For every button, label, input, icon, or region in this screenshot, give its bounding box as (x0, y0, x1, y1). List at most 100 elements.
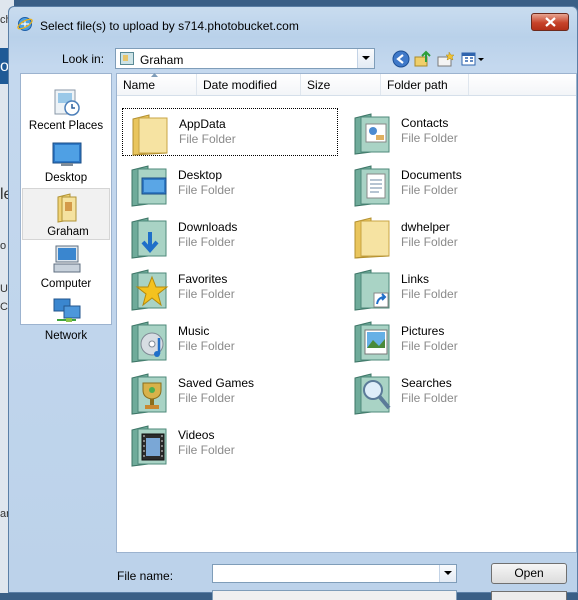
file-item-music[interactable]: Music File Folder (122, 316, 338, 364)
look-in-dropdown-arrow[interactable] (357, 49, 374, 68)
file-item-contacts[interactable]: Contacts File Folder (345, 108, 561, 156)
file-type: File Folder (178, 183, 235, 197)
file-item-saved-games[interactable]: Saved Games File Folder (122, 368, 338, 416)
places-item-label: Computer (40, 278, 92, 290)
desktop-folder-icon (131, 165, 167, 207)
file-type: File Folder (401, 339, 458, 353)
column-label: Name (123, 78, 156, 92)
file-item-desktop[interactable]: Desktop File Folder (122, 160, 338, 208)
close-button[interactable] (531, 13, 569, 31)
links-folder-icon (354, 269, 390, 311)
places-recent-places[interactable]: Recent Places (21, 84, 111, 134)
saved-games-folder-icon (131, 373, 167, 415)
file-type: File Folder (401, 287, 458, 301)
file-type: File Folder (178, 443, 235, 457)
file-name-input[interactable] (212, 564, 457, 583)
file-name: Documents (401, 168, 462, 182)
file-list-view[interactable]: Name Date modified Size Folder path AppD… (116, 73, 577, 553)
column-label: Folder path (387, 78, 448, 92)
file-type: File Folder (178, 287, 235, 301)
file-name: Favorites (178, 272, 228, 286)
file-type: File Folder (178, 235, 235, 249)
file-name: Music (178, 324, 210, 338)
file-type: File Folder (401, 183, 458, 197)
internet-explorer-icon (17, 17, 33, 31)
places-network[interactable]: Network (21, 294, 111, 344)
file-upload-dialog: Select file(s) to upload by s714.photobu… (8, 6, 578, 600)
dialog-title: Select file(s) to upload by s714.photobu… (40, 19, 299, 33)
file-name-dropdown-arrow[interactable] (439, 565, 456, 582)
column-header-name[interactable]: Name (117, 73, 197, 95)
file-item-searches[interactable]: Searches File Folder (345, 368, 561, 416)
file-type: File Folder (401, 131, 458, 145)
plain-folder-icon (132, 114, 168, 156)
cancel-button[interactable] (491, 591, 567, 600)
column-header-row: Name Date modified Size Folder path (117, 73, 576, 96)
chevron-down-icon (362, 56, 370, 60)
documents-folder-icon (354, 165, 390, 207)
file-type: File Folder (401, 235, 458, 249)
look-in-dropdown[interactable]: Graham (115, 48, 375, 69)
back-icon[interactable] (392, 50, 410, 68)
searches-folder-icon (354, 373, 391, 415)
file-type: File Folder (179, 132, 236, 146)
file-name: AppData (179, 117, 226, 131)
file-item-links[interactable]: Links File Folder (345, 264, 561, 312)
user-folder-icon (57, 193, 77, 223)
plain-folder-icon (354, 217, 390, 259)
file-item-videos[interactable]: Videos File Folder (122, 420, 338, 468)
file-item-documents[interactable]: Documents File Folder (345, 160, 561, 208)
file-item-pictures[interactable]: Pictures File Folder (345, 316, 561, 364)
file-name-label: File name: (117, 569, 174, 583)
file-name: Saved Games (178, 376, 255, 390)
column-header-date-modified[interactable]: Date modified (197, 74, 301, 95)
look-in-toolbar: Look in: Graham (9, 47, 577, 73)
dialog-titlebar[interactable]: Select file(s) to upload by s714.photobu… (9, 7, 577, 37)
new-folder-icon[interactable] (437, 50, 455, 68)
recent-places-icon (54, 89, 80, 116)
file-name: Links (401, 272, 430, 286)
chevron-down-icon (444, 571, 452, 575)
close-icon (545, 17, 556, 27)
contacts-folder-icon (354, 113, 390, 155)
file-name: Downloads (178, 220, 238, 234)
favorites-folder-icon (131, 269, 169, 311)
look-in-value: Graham (140, 53, 184, 67)
downloads-folder-icon (131, 217, 167, 259)
file-name: Desktop (178, 168, 223, 182)
file-item-downloads[interactable]: Downloads File Folder (122, 212, 338, 260)
file-type: File Folder (178, 339, 235, 353)
places-item-label: Recent Places (28, 120, 104, 132)
places-item-label: Graham (47, 226, 89, 238)
sort-ascending-icon (151, 73, 158, 77)
network-icon (53, 298, 81, 322)
column-header-folder-path[interactable]: Folder path (381, 74, 469, 95)
places-item-label: Desktop (44, 172, 88, 184)
desktop-icon (52, 142, 82, 166)
file-name: dwhelper (401, 220, 450, 234)
open-button[interactable]: Open (491, 563, 567, 584)
column-header-size[interactable]: Size (301, 74, 381, 95)
up-folder-icon[interactable] (414, 50, 432, 68)
background-text: o (0, 240, 7, 252)
places-graham[interactable]: Graham (22, 188, 110, 240)
column-label: Size (307, 78, 331, 92)
file-name: Contacts (401, 116, 449, 130)
computer-icon (53, 245, 81, 273)
file-item-appdata[interactable]: AppData File Folder (122, 108, 338, 156)
places-bar: Recent Places Desktop Graham Computer Ne… (20, 73, 112, 342)
file-item-favorites[interactable]: Favorites File Folder (122, 264, 338, 312)
file-name: Pictures (401, 324, 445, 338)
look-in-label: Look in: (62, 52, 105, 66)
pictures-folder-icon (354, 321, 390, 363)
user-folder-icon (120, 52, 134, 65)
views-menu-icon[interactable] (461, 50, 487, 68)
places-desktop[interactable]: Desktop (21, 136, 111, 186)
videos-folder-icon (131, 425, 167, 467)
column-label: Date modified (203, 78, 278, 92)
file-type: File Folder (401, 391, 458, 405)
places-computer[interactable]: Computer (21, 242, 111, 292)
file-name: Searches (401, 376, 452, 390)
file-type-dropdown[interactable] (212, 590, 457, 600)
file-item-dwhelper[interactable]: dwhelper File Folder (345, 212, 561, 260)
